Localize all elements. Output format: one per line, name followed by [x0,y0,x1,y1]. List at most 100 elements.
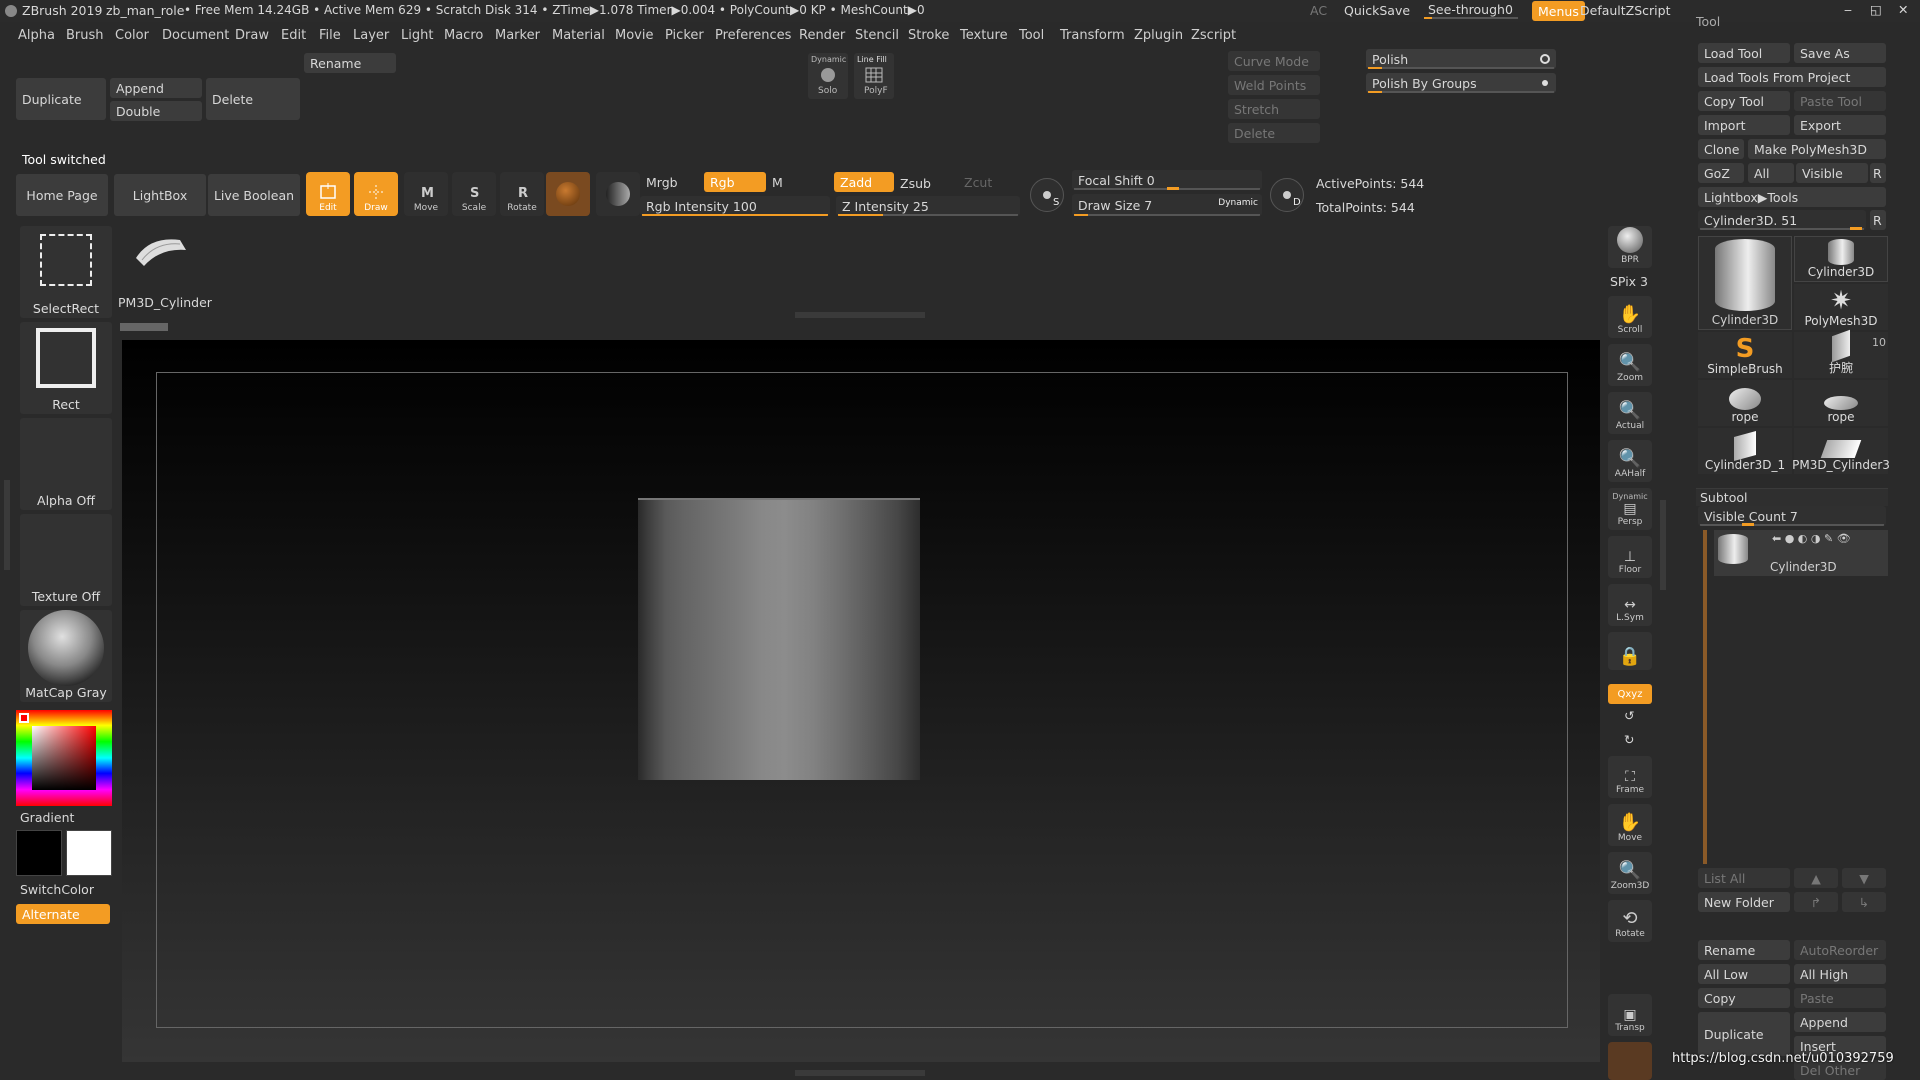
visible-count-slider[interactable]: Visible Count 7 [1698,506,1886,526]
menu-marker[interactable]: Marker [495,28,540,43]
menu-render[interactable]: Render [799,28,845,43]
select-rect-slot[interactable]: SelectRect [20,226,112,318]
current-tool-slider[interactable]: Cylinder3D. 51 [1698,210,1866,230]
color-picker[interactable] [16,710,112,806]
focal-shift-slider[interactable]: Focal Shift 0 [1072,170,1262,190]
double-button[interactable]: Double [110,101,202,121]
floor-button[interactable]: ⊥ Floor [1608,536,1652,578]
subtool-paste-button[interactable]: Paste [1794,988,1886,1008]
draw-size-slider[interactable]: Draw Size 7 Dynamic [1072,194,1262,216]
all-high-button[interactable]: All High [1794,964,1886,984]
folder-up-button[interactable]: ↱ [1794,892,1838,912]
xyz-button[interactable]: Qxyz [1608,684,1652,704]
live-boolean-button[interactable]: Live Boolean [208,174,300,216]
subtool-scrollbar[interactable] [1703,530,1707,864]
focal-shift-icon[interactable]: S [1030,178,1064,212]
current-tool-thumbnail[interactable] [130,230,192,270]
menu-texture[interactable]: Texture [960,28,1008,43]
zoom-button[interactable]: 🔍 Zoom [1608,344,1652,386]
stretch-button[interactable]: Stretch [1228,99,1320,119]
subtool-rename-button[interactable]: Rename [1698,940,1790,960]
z-intensity-slider[interactable]: Z Intensity 25 [836,196,1020,216]
home-page-button[interactable]: Home Page [16,174,108,216]
copy-tool-button[interactable]: Copy Tool [1698,91,1790,111]
canvas-splitter[interactable] [795,312,925,318]
tool-thumb-pm3d-cylinder3[interactable]: PM3D_Cylinder3 [1792,428,1890,474]
persp-button[interactable]: Dynamic ▤ Persp [1608,488,1652,530]
menus-toggle[interactable]: Menus [1532,1,1585,21]
weld-points-button[interactable]: Weld Points [1228,75,1320,95]
menu-picker[interactable]: Picker [665,28,704,43]
all-low-button[interactable]: All Low [1698,964,1790,984]
transp-button[interactable]: ▣ Transp [1608,994,1652,1036]
goz-all-button[interactable]: All [1748,163,1794,183]
dynamic-size-icon[interactable]: D [1270,178,1304,212]
tool-thumb-rope-2[interactable]: rope [1794,380,1888,426]
menu-color[interactable]: Color [115,28,149,43]
menu-stroke[interactable]: Stroke [908,28,949,43]
menu-edit[interactable]: Edit [281,28,306,43]
scroll-button[interactable]: ✋ Scroll [1608,296,1652,338]
lsym-button[interactable]: ↔ L.Sym [1608,584,1652,626]
zoom3d-button[interactable]: 🔍 Zoom3D [1608,852,1652,894]
bottom-splitter[interactable] [795,1070,925,1076]
material-swatch-button[interactable] [546,172,590,216]
tool-thumb-simplebrush[interactable]: S SimpleBrush [1698,332,1792,378]
current-tool-r-button[interactable]: R [1870,210,1886,230]
load-from-project-button[interactable]: Load Tools From Project [1698,67,1886,87]
clone-button[interactable]: Clone [1698,139,1744,159]
menu-zscript[interactable]: Zscript [1191,28,1236,43]
subtool-copy-button[interactable]: Copy [1698,988,1790,1008]
goz-visible-button[interactable]: Visible [1796,163,1868,183]
mrgb-toggle[interactable]: Mrgb [646,175,678,190]
append-button[interactable]: Append [110,78,202,98]
aahalf-button[interactable]: 🔍 AAHalf [1608,440,1652,482]
subtool-duplicate-button[interactable]: Duplicate [1698,1012,1790,1056]
rotate-view-button[interactable]: ⟲ Rotate [1608,900,1652,942]
zcut-toggle[interactable]: Zcut [964,175,992,190]
gradient-label[interactable]: Gradient [20,810,74,825]
save-as-button[interactable]: Save As [1794,43,1886,63]
subtool-item[interactable]: ⬅ ● ◐ ◑ ✎ 👁 Cylinder3D [1714,530,1888,576]
menu-transform[interactable]: Transform [1060,28,1125,43]
menu-light[interactable]: Light [401,28,433,43]
lock-button[interactable]: 🔒 [1608,632,1652,670]
see-through-slider[interactable] [1424,17,1518,19]
curve-mode-button[interactable]: Curve Mode [1228,51,1320,71]
subtool-item-controls[interactable]: ⬅ ● ◐ ◑ ✎ 👁 [1772,532,1851,545]
edit-mode-button[interactable]: Edit [306,172,350,216]
menu-zplugin[interactable]: Zplugin [1134,28,1183,43]
subtool-append-button[interactable]: Append [1794,1012,1886,1032]
ac-label[interactable]: AC [1310,3,1327,18]
goz-r-button[interactable]: R [1870,163,1886,183]
thumbnail-scrollbar[interactable] [120,323,168,331]
bpr-button[interactable]: BPR [1608,226,1652,268]
main-color-swatch[interactable] [16,830,62,876]
tray-collapse-handle[interactable] [1660,500,1666,590]
export-button[interactable]: Export [1794,115,1886,135]
menu-brush[interactable]: Brush [66,28,104,43]
rgb-intensity-slider[interactable]: Rgb Intensity 100 [640,196,830,216]
rotate-y-icon[interactable]: ↺ [1624,708,1634,723]
lightbox-button[interactable]: LightBox [114,174,206,216]
menu-stencil[interactable]: Stencil [855,28,899,43]
lightbox-tools-button[interactable]: Lightbox▶Tools [1698,187,1886,207]
quicksave-button[interactable]: QuickSave [1344,3,1410,18]
m-toggle[interactable]: M [772,175,783,190]
duplicate-button[interactable]: Duplicate [16,78,106,120]
polyframe-toggle[interactable]: Line Fill PolyF [854,53,894,99]
zsub-toggle[interactable]: Zsub [900,176,931,191]
spix-label[interactable]: SPix 3 [1610,274,1648,289]
switch-color-button[interactable]: SwitchColor [20,882,94,897]
paste-tool-button[interactable]: Paste Tool [1794,91,1886,111]
menu-movie[interactable]: Movie [615,28,653,43]
move-up-button[interactable]: ▲ [1794,868,1838,888]
restore-icon[interactable]: ◱ [1870,2,1882,17]
left-tray-handle[interactable] [4,480,10,570]
menu-macro[interactable]: Macro [444,28,483,43]
delete-button[interactable]: Delete [206,78,300,120]
menu-alpha[interactable]: Alpha [18,28,55,43]
import-button[interactable]: Import [1698,115,1790,135]
load-tool-button[interactable]: Load Tool [1698,43,1790,63]
ghost-button[interactable] [1608,1042,1652,1080]
